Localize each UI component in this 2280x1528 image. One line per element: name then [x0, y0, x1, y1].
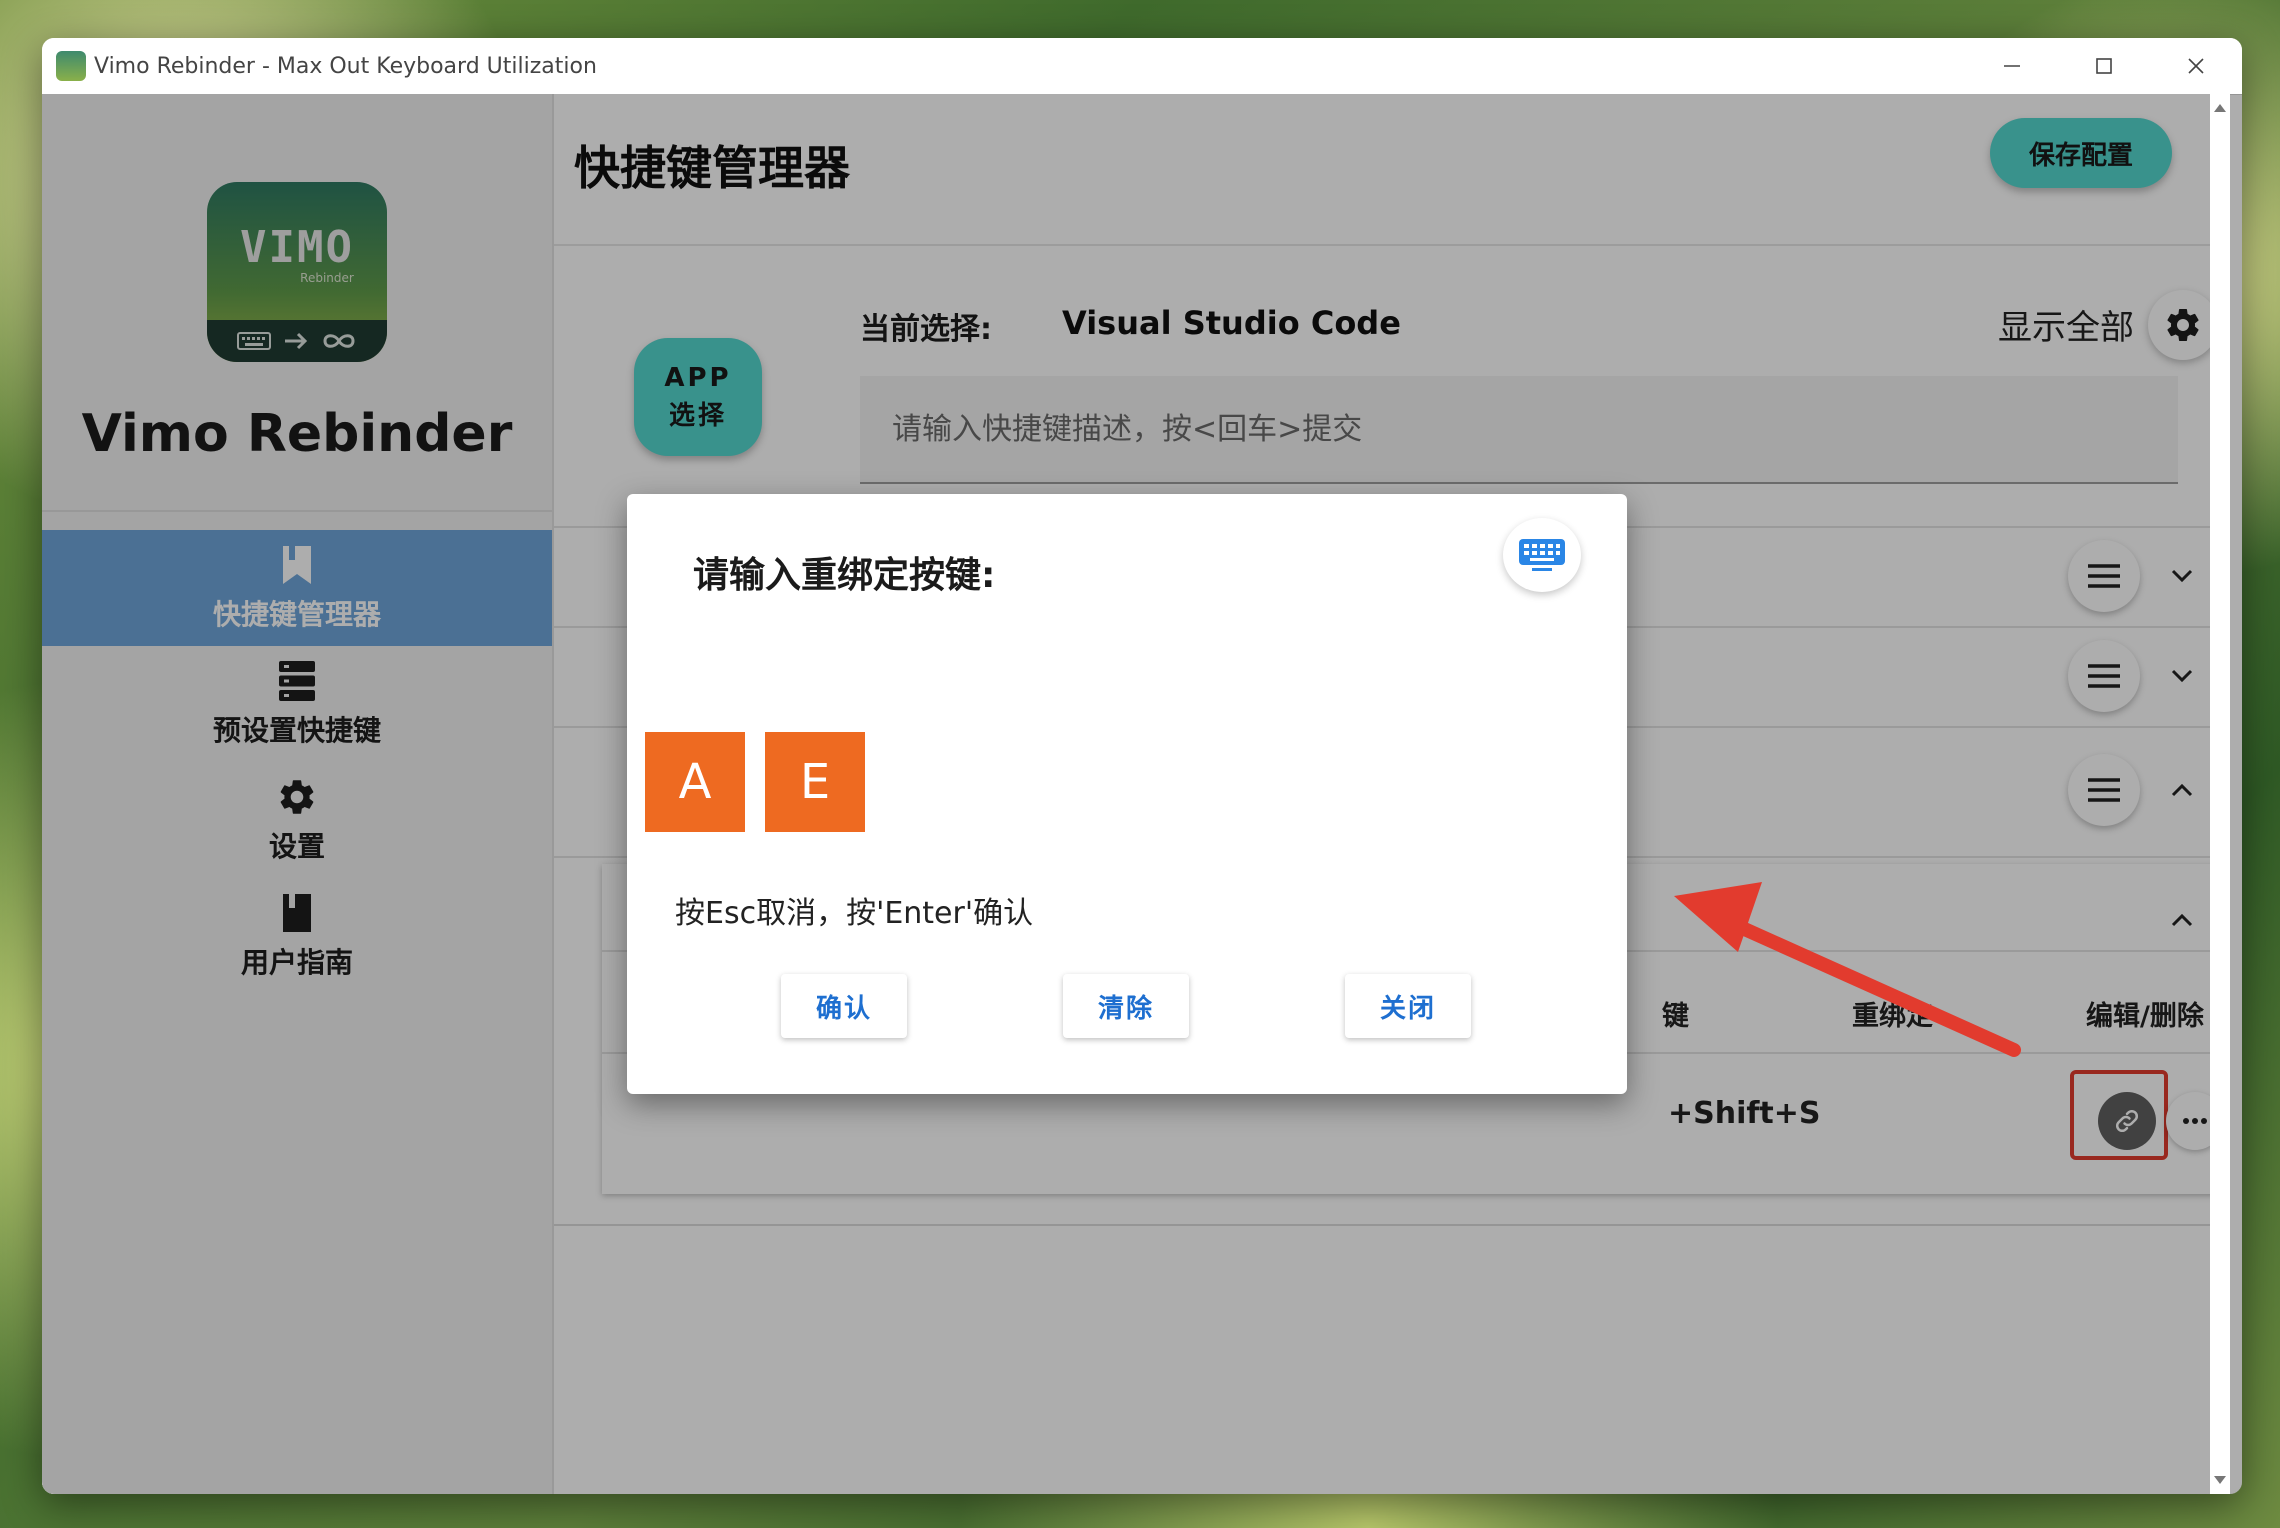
minimize-icon	[2004, 65, 2020, 67]
rebind-key-dialog: 请输入重绑定按键: A E 按Esc取消，按'Enter'确认 确认 清除 关闭	[627, 494, 1627, 1094]
dialog-title: 请输入重绑定按键:	[693, 555, 996, 596]
vertical-scrollbar[interactable]	[2210, 94, 2230, 1494]
maximize-button[interactable]	[2058, 38, 2150, 94]
virtual-keyboard-button[interactable]	[1503, 518, 1581, 592]
close-icon	[2188, 58, 2204, 74]
key-chip: A	[645, 732, 745, 832]
scroll-up-icon[interactable]	[2210, 98, 2230, 118]
close-button[interactable]: 关闭	[1345, 974, 1471, 1038]
scroll-down-icon[interactable]	[2210, 1470, 2230, 1490]
window-title: Vimo Rebinder - Max Out Keyboard Utiliza…	[94, 53, 597, 79]
minimize-button[interactable]	[1966, 38, 2058, 94]
dialog-hint: 按Esc取消，按'Enter'确认	[675, 896, 1034, 931]
title-bar: Vimo Rebinder - Max Out Keyboard Utiliza…	[42, 38, 2242, 95]
clear-button[interactable]: 清除	[1063, 974, 1189, 1038]
keyboard-icon	[1519, 539, 1565, 571]
maximize-icon	[2096, 58, 2112, 74]
close-window-button[interactable]	[2150, 38, 2242, 94]
key-chip: E	[765, 732, 865, 832]
window-controls	[1966, 38, 2242, 94]
app-mini-icon	[56, 51, 86, 81]
confirm-button[interactable]: 确认	[781, 974, 907, 1038]
